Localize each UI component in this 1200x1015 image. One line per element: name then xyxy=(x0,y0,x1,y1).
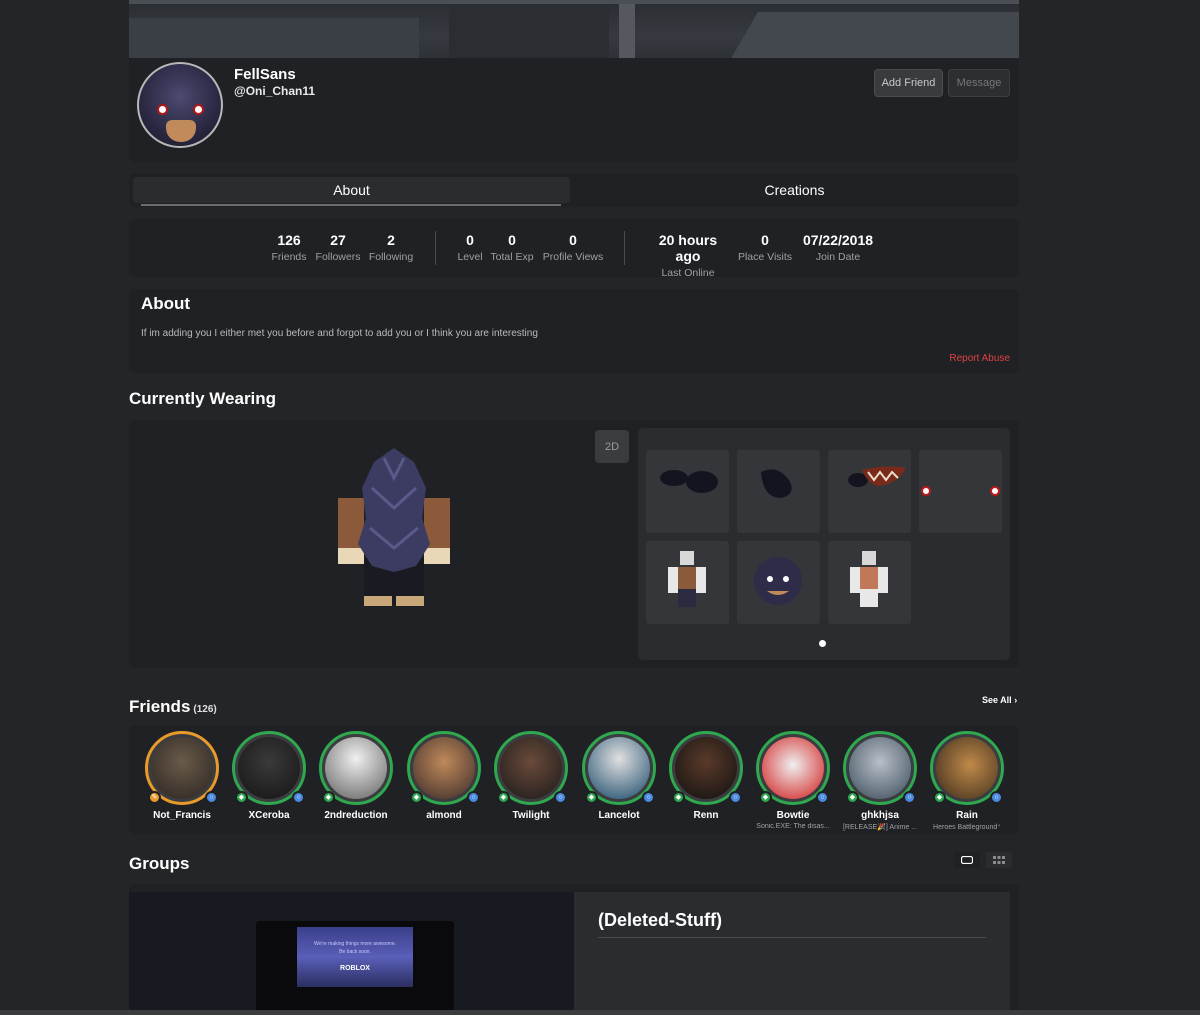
item-face-mouth[interactable] xyxy=(828,450,911,533)
wearing-items-grid xyxy=(638,428,1010,660)
grid-icon xyxy=(993,856,1005,864)
tab-about[interactable]: About xyxy=(133,177,570,203)
carousel-view-toggle[interactable] xyxy=(954,852,980,868)
friend-avatar: ✎ ○ xyxy=(145,731,219,805)
stat-join-date: 07/22/2018 Join Date xyxy=(802,232,874,263)
report-abuse-link[interactable]: Report Abuse xyxy=(949,353,1010,364)
profile-banner xyxy=(129,0,1019,58)
stat-profile-views: 0 Profile Views xyxy=(542,232,604,263)
profile-tabs: About Creations xyxy=(129,173,1019,207)
game-icon: ◆ xyxy=(585,791,598,804)
group-name[interactable]: (Deleted-Stuff) xyxy=(598,910,722,931)
game-icon: ◆ xyxy=(235,791,248,804)
profile-header: FellSans @Oni_Chan11 Add Friend Message xyxy=(129,58,1019,162)
toggle-2d-button[interactable]: 2D xyxy=(595,430,629,463)
friend-card[interactable]: ✎ ○ Not_Francis xyxy=(142,731,222,823)
stat-friends[interactable]: 126 Friends xyxy=(269,232,309,263)
item-shirt-2[interactable] xyxy=(828,541,911,624)
game-icon: ◆ xyxy=(846,791,859,804)
studio-icon: ✎ xyxy=(148,791,161,804)
profile-avatar xyxy=(137,62,223,148)
friend-avatar: ◆ xyxy=(319,731,393,805)
item-head[interactable] xyxy=(737,541,820,624)
verified-icon: ○ xyxy=(729,791,742,804)
avatar-3d-view[interactable] xyxy=(334,448,454,608)
friend-avatar: ◆ ○ xyxy=(843,731,917,805)
about-title: About xyxy=(141,294,191,313)
stat-total-exp: 0 Total Exp xyxy=(490,232,534,263)
friend-avatar: ◆ ○ xyxy=(756,731,830,805)
group-thumbnail[interactable]: We're making things more awesome. Be bac… xyxy=(256,921,454,1015)
friends-title: Friends (126) xyxy=(129,697,217,716)
pagination-dot[interactable] xyxy=(819,640,826,647)
friend-card[interactable]: ◆ ○ Renn xyxy=(666,731,746,823)
active-tab-indicator xyxy=(141,204,561,206)
friend-avatar: ◆ ○ xyxy=(407,731,481,805)
wearing-title: Currently Wearing xyxy=(129,389,277,408)
stat-last-online: 20 hours ago Last Online xyxy=(658,232,718,279)
friend-card[interactable]: ◆ ○ almond xyxy=(404,731,484,823)
friend-avatar: ◆ ○ xyxy=(669,731,743,805)
stat-followers[interactable]: 27 Followers xyxy=(315,232,361,263)
groups-card: We're making things more awesome. Be bac… xyxy=(129,884,1019,1015)
friend-card[interactable]: ◆ ○ Twilight xyxy=(491,731,571,823)
item-shirt-1[interactable] xyxy=(646,541,729,624)
group-details: (Deleted-Stuff) xyxy=(574,892,1010,1015)
verified-icon: ○ xyxy=(642,791,655,804)
groups-title: Groups xyxy=(129,854,190,873)
see-all-friends-link[interactable]: See All › xyxy=(982,695,1017,705)
friend-card[interactable]: ◆ ○ Rain Heroes Battleground⁺ xyxy=(927,731,1007,831)
verified-icon: ○ xyxy=(990,791,1003,804)
friend-avatar: ◆ ○ xyxy=(494,731,568,805)
game-icon: ◆ xyxy=(497,791,510,804)
profile-stats: 126 Friends 27 Followers 2 Following 0 Level… xyxy=(129,219,1019,279)
item-eyes[interactable] xyxy=(919,450,1002,533)
friend-card[interactable]: ◆ ○ ghkhjsa [RELEASE🎉] Anime ... xyxy=(840,731,920,831)
friend-avatar: ◆ ○ xyxy=(232,731,306,805)
verified-icon: ○ xyxy=(467,791,480,804)
wearing-card: 2D xyxy=(129,420,1019,668)
game-icon: ◆ xyxy=(759,791,772,804)
group-thumbnail-area: We're making things more awesome. Be bac… xyxy=(129,892,574,1015)
stat-following[interactable]: 2 Following xyxy=(367,232,415,263)
friend-card[interactable]: ◆ ○ Lancelot xyxy=(579,731,659,823)
verified-icon: ○ xyxy=(205,791,218,804)
friend-avatar: ◆ ○ xyxy=(582,731,656,805)
verified-icon: ○ xyxy=(292,791,305,804)
item-hair-2[interactable] xyxy=(737,450,820,533)
verified-icon: ○ xyxy=(554,791,567,804)
username: @Oni_Chan11 xyxy=(234,84,316,98)
grid-view-toggle[interactable] xyxy=(986,852,1012,868)
friend-card[interactable]: ◆ ○ XCeroba xyxy=(229,731,309,823)
friend-avatar: ◆ ○ xyxy=(930,731,1004,805)
stat-place-visits: 0 Place Visits xyxy=(737,232,793,263)
carousel-icon xyxy=(961,856,973,864)
about-text: If im adding you I either met you before… xyxy=(141,328,538,339)
friend-card[interactable]: ◆ 2ndreduction xyxy=(316,731,396,823)
stat-level: 0 Level xyxy=(457,232,483,263)
game-icon: ◆ xyxy=(410,791,423,804)
verified-icon: ○ xyxy=(816,791,829,804)
bottom-bar xyxy=(0,1010,1200,1015)
display-name: FellSans xyxy=(234,66,296,83)
tab-creations[interactable]: Creations xyxy=(576,177,1013,203)
message-button[interactable]: Message xyxy=(948,69,1010,97)
game-icon: ◆ xyxy=(322,791,335,804)
add-friend-button[interactable]: Add Friend xyxy=(874,69,943,97)
game-icon: ◆ xyxy=(672,791,685,804)
divider xyxy=(598,937,986,938)
about-card: About If im adding you I either met you … xyxy=(129,289,1019,373)
item-hair-1[interactable] xyxy=(646,450,729,533)
friends-card: ✎ ○ Not_Francis ◆ ○ XCeroba ◆ 2ndreduction… xyxy=(129,725,1019,834)
friend-card[interactable]: ◆ ○ Bowtie Sonic.EXE: The disas... xyxy=(753,731,833,830)
verified-icon: ○ xyxy=(903,791,916,804)
chevron-right-icon: › xyxy=(1014,695,1018,705)
game-icon: ◆ xyxy=(933,791,946,804)
